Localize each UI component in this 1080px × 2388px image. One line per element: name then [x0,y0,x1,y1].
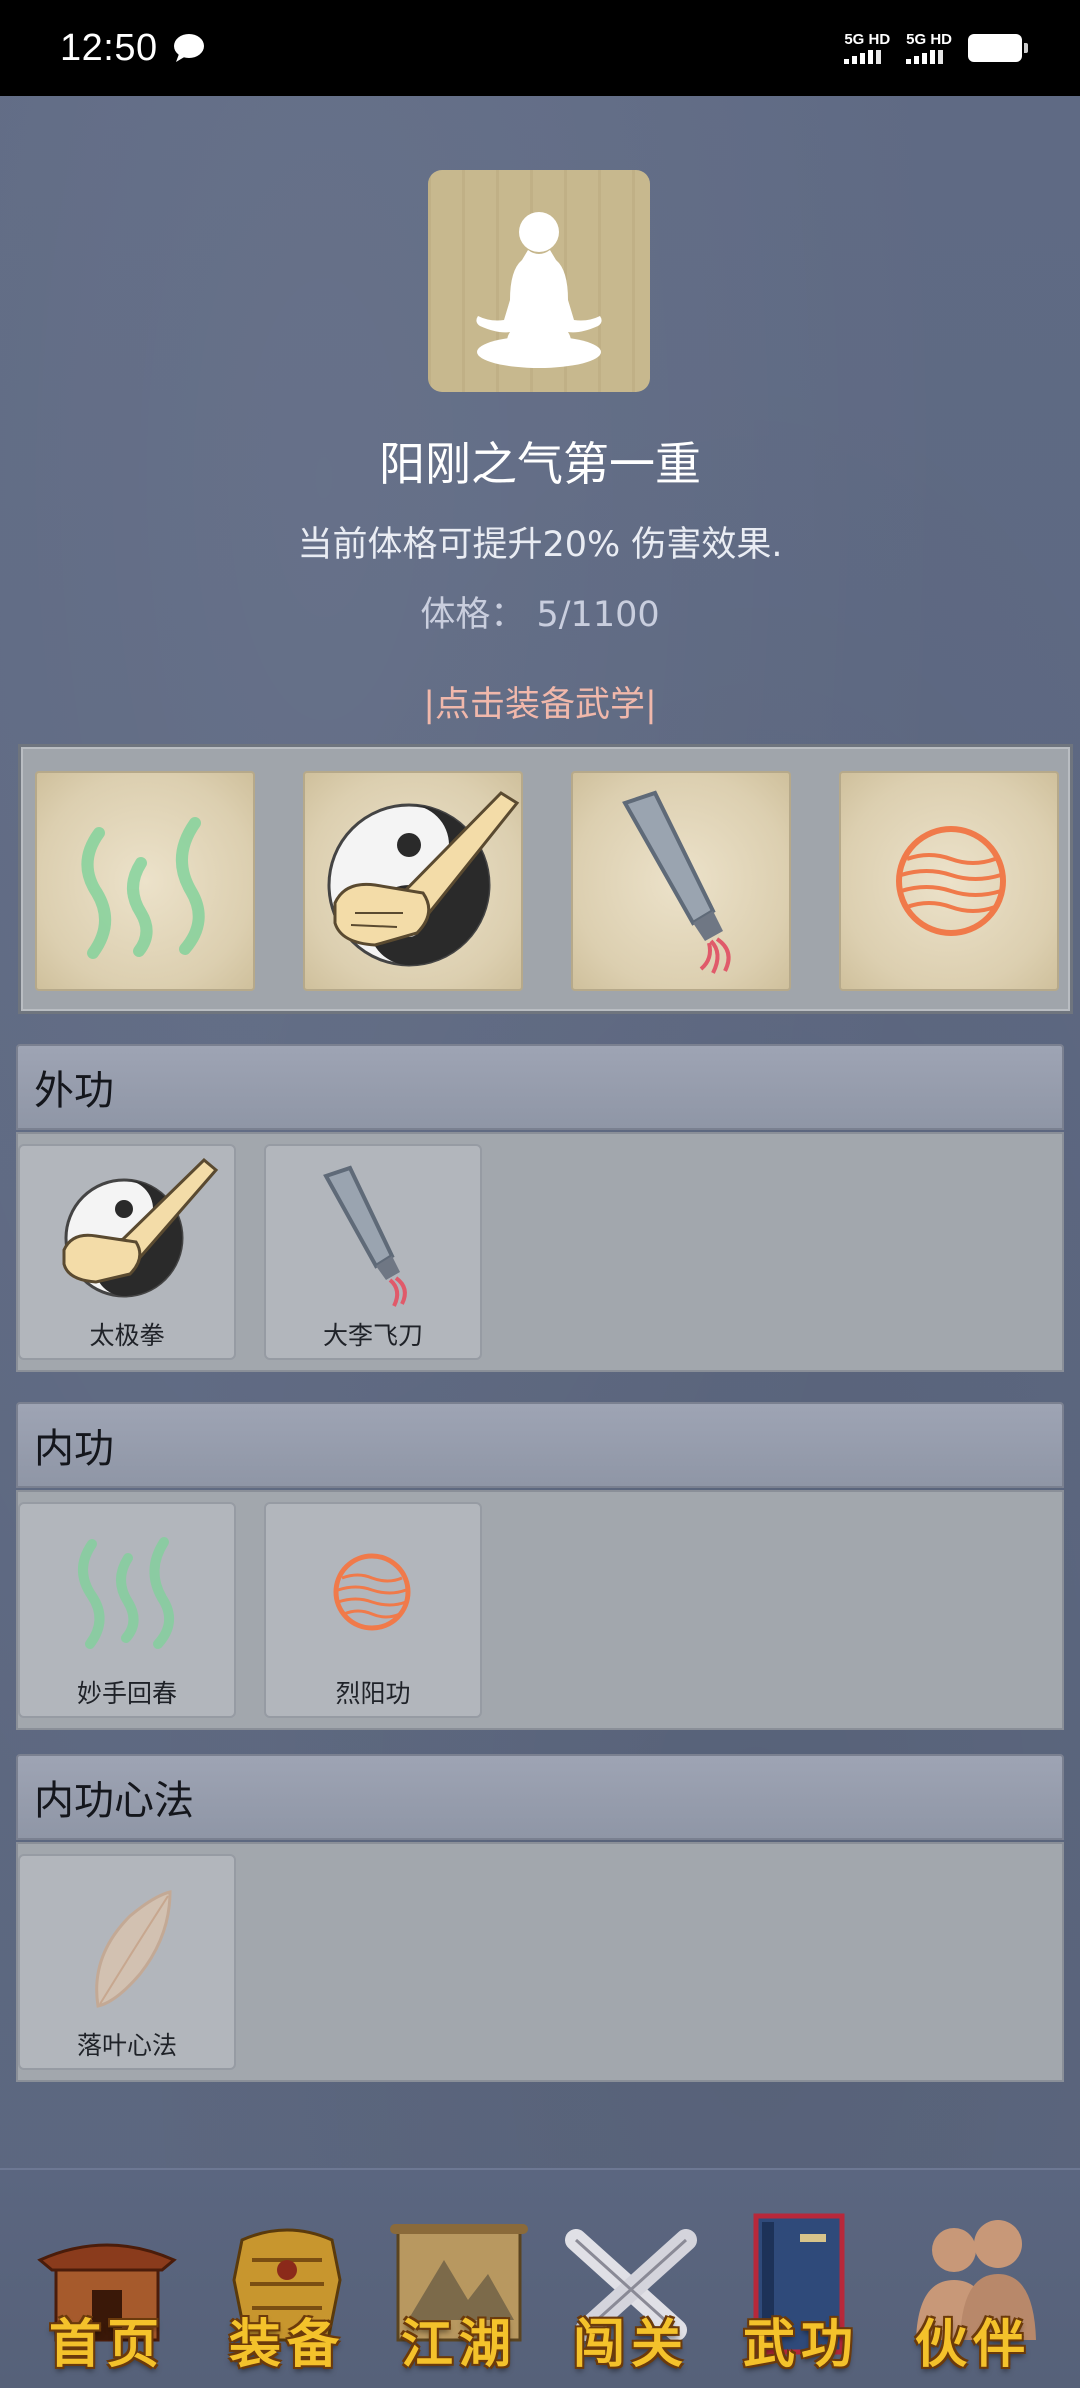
battery-icon [968,34,1028,62]
message-icon [173,34,204,62]
skill-card-taiji[interactable]: 太极拳 [18,1144,236,1360]
flying-blade-icon [622,790,731,974]
skill-title: 阳刚之气第一重 [379,437,701,491]
signal-icon: 5G HD [844,32,890,64]
nav-martial-arts[interactable]: 武功 [726,2210,876,2375]
skill-card-label: 妙手回春 [76,1679,177,1708]
skill-card-flying-blade[interactable]: 大李飞刀 [264,1144,482,1360]
taiji-fist-icon [327,791,520,967]
bottom-nav: 首页 装备 江湖 闯关 武功 伙伴 [0,2168,1080,2388]
skill-card-falling-leaf[interactable]: 落叶心法 [18,1854,236,2070]
equipped-slot-4[interactable] [839,771,1059,991]
equipped-slot-1[interactable] [35,771,255,991]
meditation-portrait [428,170,650,392]
section-header-mental: 内功心法 [16,1754,1064,1840]
equip-hint[interactable]: |点击装备武学| [0,676,1080,727]
nav-companions[interactable]: 伙伴 [898,2210,1048,2375]
section-body-external: 太极拳 大李飞刀 [16,1132,1064,1372]
section-mental: 内功心法 落叶心法 [16,1754,1064,2082]
nav-equipment[interactable]: 装备 [212,2210,362,2375]
status-right: 5G HD 5G HD [844,32,1028,64]
taiji-fist-icon [62,1157,219,1298]
nav-label-equipment: 装备 [228,2314,345,2375]
network-label: 5G HD [844,31,891,48]
flying-blade-icon [323,1165,407,1307]
equipped-slot-2[interactable] [303,771,523,991]
nav-label-challenge: 闯关 [572,2314,689,2375]
skill-description: 当前体格可提升20% 伤害效果. [297,525,783,565]
skill-card-label: 烈阳功 [335,1679,411,1708]
section-body-internal: 妙手回春 烈阳功 [16,1490,1064,1730]
fire-orb-icon [896,826,1006,936]
green-wisps-icon [81,817,205,959]
section-internal: 内功 妙手回春 烈阳功 [16,1402,1064,1730]
skill-card-blazing-sun[interactable]: 烈阳功 [264,1502,482,1718]
status-bar: 12:50 5G HD 5G HD [0,0,1080,96]
section-header-internal: 内功 [16,1402,1064,1488]
green-wisps-icon [78,1537,174,1649]
meditation-icon [476,212,602,368]
nav-challenge[interactable]: 闯关 [556,2210,706,2375]
signal-icon: 5G HD [906,32,952,64]
nav-label-martial-arts: 武功 [742,2314,859,2375]
section-external: 外功 太极拳 大李飞刀 [16,1044,1064,1372]
nav-label-jianghu: 江湖 [400,2314,517,2375]
nav-jianghu[interactable]: 江湖 [384,2210,534,2375]
section-body-mental: 落叶心法 [16,1842,1064,2082]
network-label: 5G HD [906,31,952,48]
skill-card-label: 落叶心法 [76,2031,177,2060]
constitution-stat: 体格： 5/1100 [420,595,660,635]
nav-label-home: 首页 [48,2314,165,2375]
status-left: 12:50 [60,27,206,70]
equipped-slots-bar [18,744,1073,1014]
skill-card-label: 大李飞刀 [322,1321,423,1350]
equipped-slot-3[interactable] [571,771,791,991]
fire-orb-icon [333,1553,411,1631]
nav-home[interactable]: 首页 [32,2210,182,2375]
leaf-icon [95,1890,172,2008]
skill-card-label: 太极拳 [89,1321,165,1350]
clock: 12:50 [60,26,158,69]
section-header-external: 外功 [16,1044,1064,1130]
skill-card-healing[interactable]: 妙手回春 [18,1502,236,1718]
nav-label-companions: 伙伴 [914,2314,1031,2375]
